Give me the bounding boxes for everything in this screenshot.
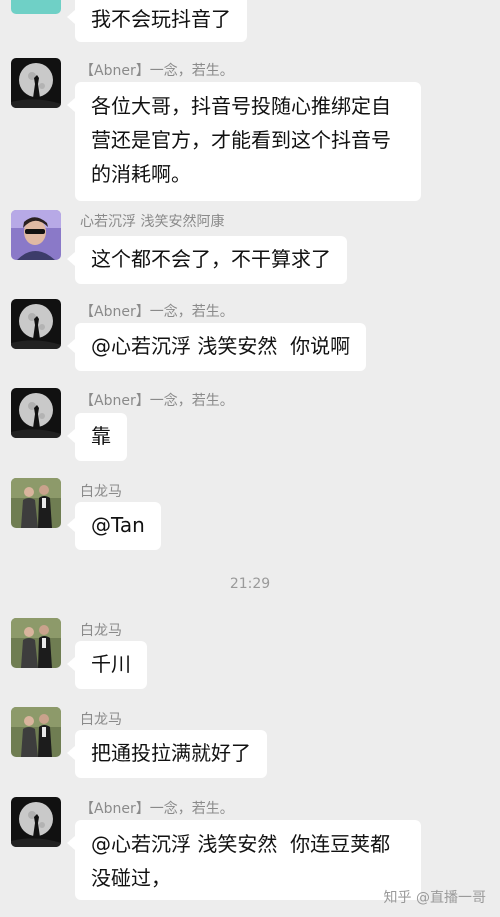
- sender-name: 心若沉浮 浅笑安然阿康: [80, 214, 225, 230]
- avatar[interactable]: [11, 388, 61, 438]
- avatar[interactable]: [11, 707, 61, 757]
- couple-photo-icon: [11, 618, 61, 668]
- message-bubble[interactable]: @心若沉浮 浅笑安然 你连豆荚都 没碰过，: [67, 820, 421, 900]
- avatar[interactable]: [11, 797, 61, 847]
- avatar[interactable]: [11, 210, 61, 260]
- timestamp: 21:29: [229, 576, 271, 592]
- message-text-line: 各位大哥，抖音号投随心推绑定自: [91, 94, 391, 118]
- message-bubble[interactable]: 靠: [67, 413, 127, 461]
- message-text-line: @心若沉浮 浅笑安然 你连豆荚都: [91, 832, 391, 856]
- avatar[interactable]: [11, 0, 61, 14]
- moon-silhouette-icon: [11, 797, 61, 847]
- message-text: @Tan: [91, 513, 145, 537]
- message-text: 千川: [91, 652, 131, 676]
- message-text-line: 的消耗啊。: [91, 162, 191, 186]
- avatar[interactable]: [11, 478, 61, 528]
- sender-name: 【Abner】一念，若生。: [80, 63, 234, 79]
- sender-name: 白龙马: [80, 484, 122, 500]
- watermark: 知乎 @直播一哥: [383, 890, 486, 906]
- sender-name: 白龙马: [80, 623, 122, 639]
- message-text: 我不会玩抖音了: [91, 7, 231, 31]
- message-bubble[interactable]: 千川: [67, 641, 147, 689]
- couple-photo-icon: [11, 478, 61, 528]
- message-text-line: 营还是官方，才能看到这个抖音号: [91, 128, 391, 152]
- message-text: @心若沉浮 浅笑安然 你说啊: [91, 334, 351, 358]
- message-bubble[interactable]: 我不会玩抖音了: [67, 0, 247, 42]
- message-text: 这个都不会了，不干算求了: [91, 247, 331, 271]
- moon-silhouette-icon: [11, 58, 61, 108]
- message-bubble[interactable]: @心若沉浮 浅笑安然 你说啊: [66, 323, 367, 371]
- sender-name: 白龙马: [80, 712, 122, 728]
- avatar[interactable]: [11, 299, 61, 349]
- sender-name: 【Abner】一念，若生。: [80, 801, 234, 817]
- person-photo-icon: [11, 210, 61, 260]
- message-bubble[interactable]: @Tan: [67, 502, 161, 550]
- message-bubble[interactable]: 把通投拉满就好了: [67, 730, 267, 778]
- moon-silhouette-icon: [11, 299, 61, 349]
- message-text: 把通投拉满就好了: [91, 741, 251, 765]
- couple-photo-icon: [11, 707, 61, 757]
- message-bubble[interactable]: 这个都不会了，不干算求了: [67, 236, 347, 284]
- message-text-line: 没碰过，: [91, 866, 171, 890]
- message-text: 靠: [91, 424, 111, 448]
- avatar[interactable]: [11, 58, 61, 108]
- sender-name: 【Abner】一念，若生。: [80, 304, 234, 320]
- sender-name: 【Abner】一念，若生。: [80, 393, 234, 409]
- avatar[interactable]: [11, 618, 61, 668]
- moon-silhouette-icon: [11, 388, 61, 438]
- message-bubble[interactable]: 各位大哥，抖音号投随心推绑定自 营还是官方，才能看到这个抖音号 的消耗啊。: [67, 82, 421, 201]
